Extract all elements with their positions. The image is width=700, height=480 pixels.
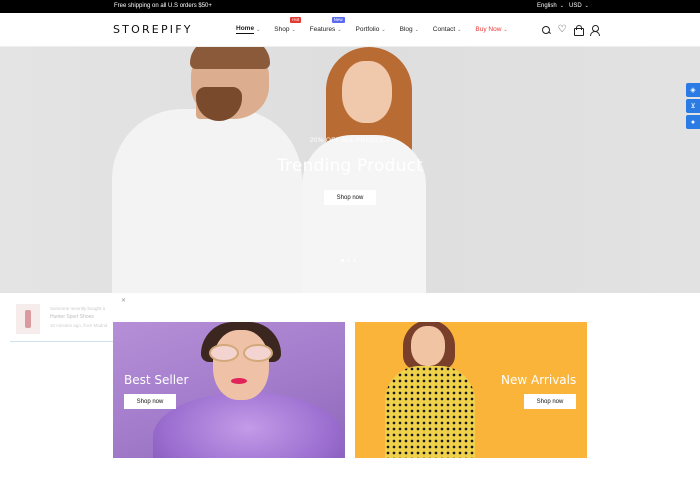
sunglasses <box>209 344 273 362</box>
announcement-bar: Free shipping on all U.S orders $50+ Eng… <box>0 0 700 13</box>
heart-icon[interactable]: ♡ <box>557 25 567 35</box>
banner-model-lips <box>231 378 247 384</box>
color-picker-icon[interactable]: ● <box>686 115 700 129</box>
nav-label: Shop <box>274 26 290 33</box>
new-arrivals-shop-now-button[interactable]: Shop now <box>524 394 576 409</box>
site-header: STOREPIFY Home ⌄ Shop ⌄ Hot Features ⌄ N… <box>0 13 700 47</box>
nav-item-portfolio[interactable]: Portfolio ⌄ <box>356 25 386 34</box>
hero-shop-now-button[interactable]: Shop now <box>324 190 376 205</box>
currency-label: USD <box>569 3 582 9</box>
nav-label: Contact <box>432 26 456 33</box>
chevron-down-icon: ⌄ <box>337 26 342 33</box>
chevron-down-icon: ⌄ <box>457 26 462 33</box>
language-label: English <box>537 3 557 9</box>
cart-icon[interactable]: ⊻ <box>686 99 700 113</box>
nav-label: Features <box>309 26 336 33</box>
nav-label: Buy Now <box>475 26 502 33</box>
chevron-down-icon: ⌄ <box>414 26 419 33</box>
chevron-down-icon: ⌄ <box>584 3 589 9</box>
bag-icon[interactable] <box>573 25 584 36</box>
header-icons: ♡ <box>541 25 600 36</box>
hero-model-woman-face <box>342 61 392 123</box>
nav-label: Blog <box>399 26 413 33</box>
slider-dot[interactable] <box>353 259 356 262</box>
popup-product-name[interactable]: Hunter Sport Shoes <box>50 314 94 320</box>
nav-label: Home <box>236 25 255 34</box>
banner-title: New Arrivals <box>501 373 577 387</box>
product-thumbnail <box>16 304 40 334</box>
language-selector[interactable]: English ⌄ <box>537 3 564 9</box>
popup-line-1: Someone recently bought a <box>50 306 106 311</box>
banner-model-face <box>213 330 269 400</box>
layers-icon[interactable]: ◈ <box>686 83 700 97</box>
site-logo[interactable]: STOREPIFY <box>113 23 193 36</box>
nav-item-features[interactable]: Features ⌄ New <box>309 17 345 34</box>
nav-item-buy-now[interactable]: Buy Now ⌄ <box>475 25 507 34</box>
currency-selector[interactable]: USD ⌄ <box>569 3 589 9</box>
slider-dot[interactable] <box>341 259 344 262</box>
user-icon[interactable] <box>589 25 600 36</box>
chevron-down-icon: ⌄ <box>503 26 508 33</box>
new-badge: New <box>331 17 345 23</box>
new-arrivals-banner[interactable]: New Arrivals Shop now <box>355 322 587 458</box>
nav-item-contact[interactable]: Contact ⌄ <box>433 25 462 34</box>
hero-title: Trending Product <box>277 156 423 176</box>
nav-item-shop[interactable]: Shop ⌄ Hot <box>274 17 302 34</box>
main-nav: Home ⌄ Shop ⌄ Hot Features ⌄ New Portfol… <box>236 17 522 34</box>
polka-dot-dress <box>385 366 475 458</box>
chevron-down-icon: ⌄ <box>256 26 261 33</box>
close-icon[interactable]: ✕ <box>121 297 126 304</box>
popup-time: 10 minutes ago, from Madrid <box>50 323 108 328</box>
side-toolbar: ◈ ⊻ ● <box>686 83 700 129</box>
hero-model-man-hair <box>190 47 270 69</box>
banner-model-face <box>411 326 445 366</box>
hero-subtitle: 20% OFF ALL PRODUCT <box>309 137 391 144</box>
search-icon[interactable] <box>541 25 551 35</box>
nav-item-blog[interactable]: Blog ⌄ <box>400 25 419 34</box>
nav-item-home[interactable]: Home ⌄ <box>236 25 260 34</box>
slider-dot[interactable] <box>347 259 350 262</box>
chevron-down-icon: ⌄ <box>291 26 296 33</box>
slider-dots <box>341 259 356 262</box>
hot-badge: Hot <box>290 17 302 23</box>
shipping-notice: Free shipping on all U.S orders $50+ <box>114 3 212 9</box>
chevron-down-icon: ⌄ <box>381 26 386 33</box>
best-seller-shop-now-button[interactable]: Shop now <box>124 394 176 409</box>
banner-model-fur <box>153 392 343 458</box>
best-seller-banner[interactable]: Best Seller Shop now <box>113 322 345 458</box>
recent-purchase-popup[interactable]: Someone recently bought a Hunter Sport S… <box>10 296 128 342</box>
banner-title: Best Seller <box>124 373 189 387</box>
hero-slider: 20% OFF ALL PRODUCT Trending Product Sho… <box>0 47 700 293</box>
chevron-down-icon: ⌄ <box>559 3 564 9</box>
nav-label: Portfolio <box>355 26 380 33</box>
